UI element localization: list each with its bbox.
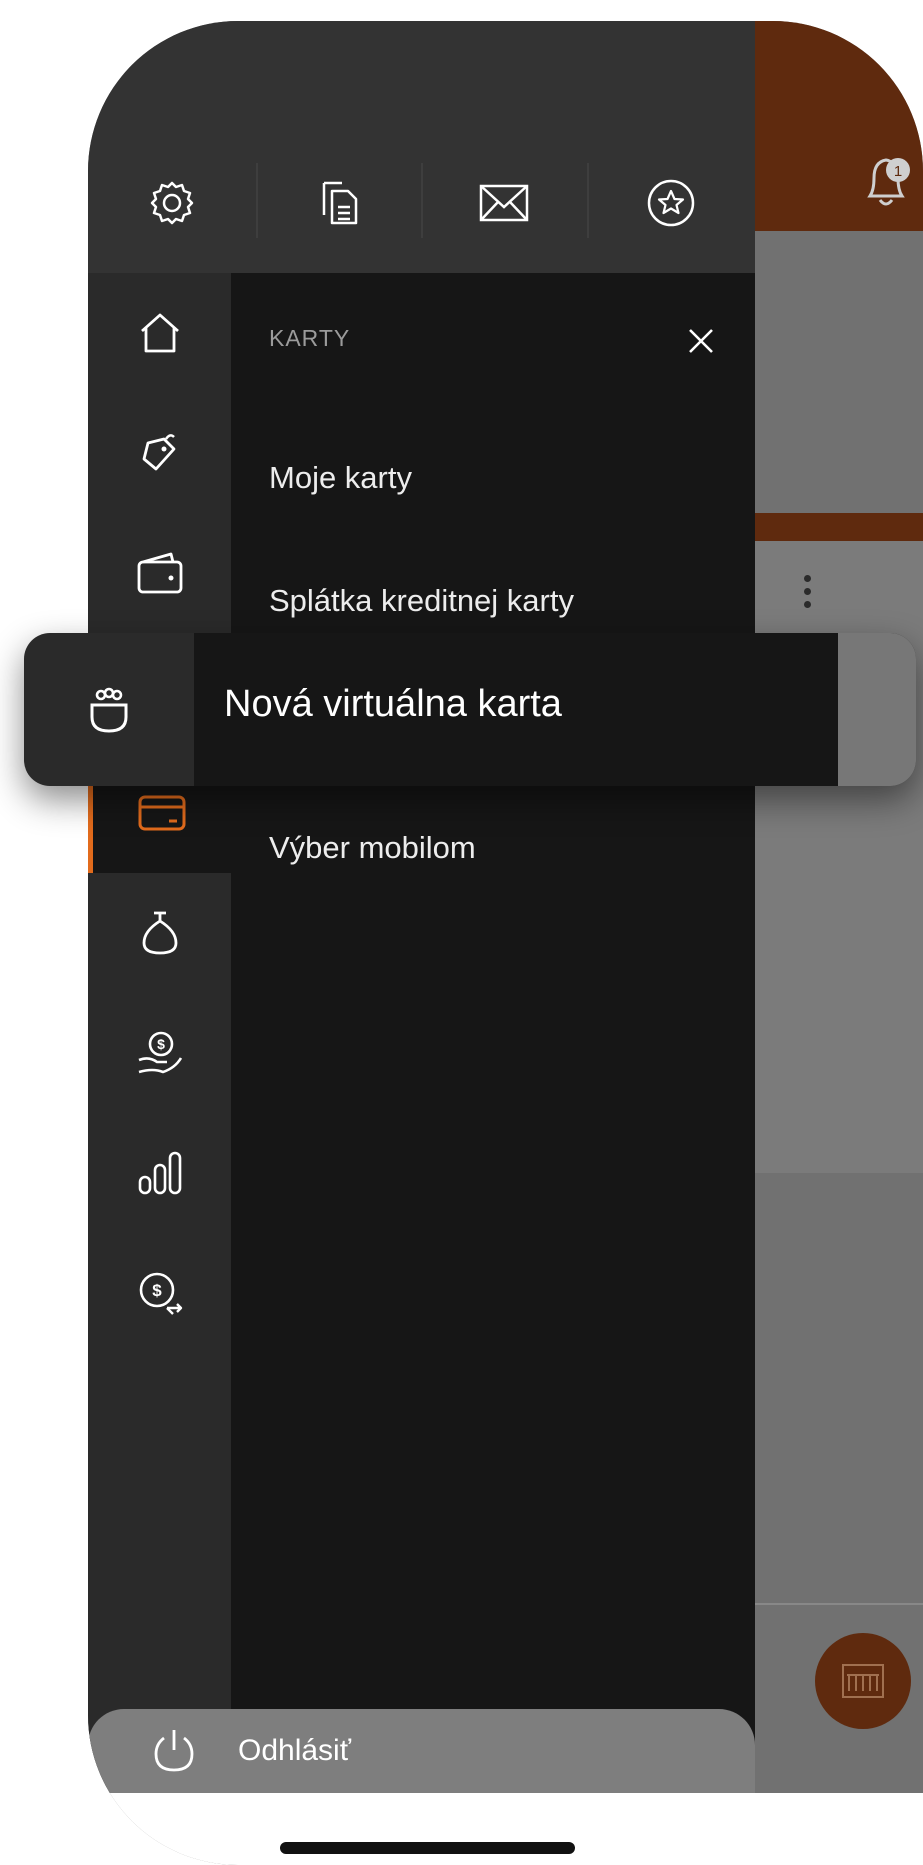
submenu-item-my-cards[interactable]: Moje karty [269,460,412,496]
drawer-top-bar [88,21,755,273]
rail-item-statistics[interactable] [88,1113,231,1233]
more-options-icon[interactable] [804,575,812,615]
phone-screen: 1 $ $ KARTY Moje karty Splátka kreditnej… [88,21,923,1865]
documents-icon[interactable] [307,171,371,235]
submenu-item-mobile-withdrawal[interactable]: Výber mobilom [269,830,476,866]
close-submenu-button[interactable] [671,311,731,371]
rail-item-home[interactable] [88,273,231,393]
logout-label: Odhlásiť [238,1734,351,1767]
submenu-title: KARTY [269,325,351,351]
hand-money-icon: $ [138,1031,182,1074]
home-icon [140,313,179,353]
power-icon [142,1719,206,1783]
logout-button[interactable]: Odhlásiť [88,1709,755,1793]
gift-icon [24,633,194,786]
top-separator [256,163,258,238]
rail-item-exchange[interactable]: $ [88,1233,231,1353]
rail-item-investments[interactable] [88,873,231,993]
bottom-safe-area [88,1793,923,1865]
wallet-icon [137,552,182,594]
top-separator [587,163,589,238]
money-bag-icon [142,911,177,955]
notification-count: 1 [894,163,902,180]
submenu-item-new-virtual-card[interactable]: Nová virtuálna karta [24,633,916,786]
bar-chart-icon [138,1151,181,1195]
bank-fab-button[interactable] [815,1633,911,1729]
mail-icon[interactable] [472,171,536,235]
favorites-icon[interactable] [639,171,703,235]
rail-item-offers[interactable] [88,393,231,513]
exchange-icon: $ [139,1272,182,1315]
settings-icon[interactable] [140,171,204,235]
highlighted-item-edge [838,633,916,786]
card-icon [138,795,186,831]
svg-text:$: $ [157,1036,165,1052]
highlighted-item-panel: Nová virtuálna karta [194,633,838,786]
rail-item-accounts[interactable] [88,513,231,633]
svg-text:$: $ [152,1281,162,1300]
home-indicator [280,1842,575,1854]
notification-bell-icon[interactable]: 1 [856,146,916,216]
close-icon [689,329,713,353]
rail-item-loans[interactable]: $ [88,993,231,1113]
submenu-item-credit-card-repayment[interactable]: Splátka kreditnej karty [269,583,574,619]
new-virtual-card-label: Nová virtuálna karta [224,683,562,725]
tag-icon [142,434,175,471]
top-separator [421,163,423,238]
bank-icon [842,1664,884,1698]
drawer-icon-rail: $ $ [88,273,231,1793]
cards-submenu: KARTY Moje karty Splátka kreditnej karty… [231,273,755,1793]
